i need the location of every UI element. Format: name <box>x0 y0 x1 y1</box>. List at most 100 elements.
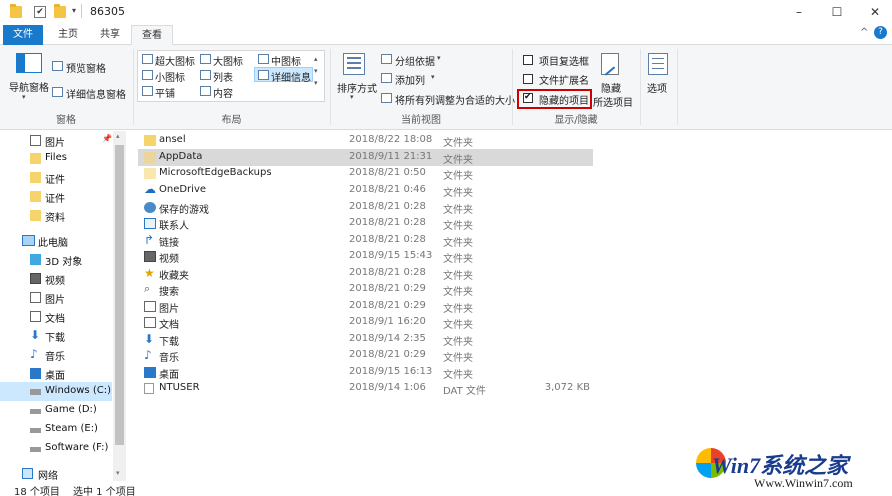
file-row[interactable]: ansel 2018/8/22 18:08 文件夹 <box>138 132 593 149</box>
group-by-button[interactable]: 分组依据 <box>395 53 435 68</box>
tiles-icon <box>142 86 153 96</box>
file-name: 保存的游戏 <box>159 205 209 216</box>
file-extensions-label[interactable]: 文件扩展名 <box>539 72 589 87</box>
drive-icon <box>30 447 41 452</box>
file-row-selected[interactable]: AppData 2018/9/11 21:31 文件夹 <box>138 149 593 166</box>
layout-list[interactable]: 列表 <box>213 69 233 84</box>
file-name: NTUSER <box>159 382 200 393</box>
gallery-scroll-icon[interactable]: ▴ ▾ ▾ <box>314 53 318 89</box>
group-by-icon <box>381 54 392 64</box>
new-folder-icon[interactable] <box>54 4 66 18</box>
file-date: 2018/9/11 21:31 <box>349 151 433 162</box>
group-label-current-view: 当前视图 <box>401 115 441 126</box>
item-checkboxes-label[interactable]: 项目复选框 <box>539 53 589 68</box>
pin-icon[interactable]: 📌 <box>102 134 112 143</box>
close-button[interactable]: ✕ <box>852 0 892 24</box>
file-row[interactable]: 保存的游戏 2018/8/21 0:28 文件夹 <box>138 199 593 216</box>
nav-item-certificates-1[interactable]: 证件 <box>0 168 112 187</box>
nav-item-music[interactable]: ♪ 音乐 <box>0 345 112 364</box>
file-row[interactable]: 文档 2018/9/1 16:20 文件夹 <box>138 314 593 331</box>
scroll-down-icon[interactable]: ▾ <box>116 469 120 477</box>
quick-access-dropdown-icon[interactable]: ▾ <box>72 6 76 15</box>
file-date: 2018/8/21 0:28 <box>349 217 426 228</box>
tab-view[interactable]: 查看 <box>131 25 173 45</box>
nav-item-materials[interactable]: 资料 <box>0 206 112 225</box>
hide-selected-button-line2[interactable]: 所选项目 <box>593 94 633 109</box>
chevron-down-icon[interactable]: ▾ <box>22 93 26 101</box>
file-name: MicrosoftEdgeBackups <box>159 167 272 178</box>
file-row[interactable]: 联系人 2018/8/21 0:28 文件夹 <box>138 215 593 232</box>
nav-item-label: 证件 <box>45 194 65 205</box>
file-row[interactable]: ☁ OneDrive 2018/8/21 0:46 文件夹 <box>138 182 593 199</box>
file-row[interactable]: 图片 2018/8/21 0:29 文件夹 <box>138 298 593 315</box>
nav-item-pictures[interactable]: 图片 <box>0 288 112 307</box>
layout-large-icons[interactable]: 大图标 <box>213 53 243 68</box>
navigation-scrollbar-thumb[interactable] <box>115 145 124 445</box>
file-row[interactable]: NTUSER 2018/9/14 1:06 DAT 文件 3,072 KB <box>138 380 593 397</box>
options-button[interactable]: 选项 <box>647 80 667 95</box>
add-column-button[interactable]: 添加列 <box>395 72 425 87</box>
help-icon[interactable]: ? <box>874 26 887 39</box>
file-row[interactable]: 视频 2018/9/15 15:43 文件夹 <box>138 248 593 265</box>
divider <box>640 49 641 125</box>
nav-item-desktop[interactable]: 桌面 <box>0 364 112 383</box>
details-icon <box>258 70 269 80</box>
file-name: 视频 <box>159 254 179 265</box>
file-row[interactable]: ⬇ 下载 2018/9/14 2:35 文件夹 <box>138 331 593 348</box>
nav-item-videos[interactable]: 视频 <box>0 269 112 288</box>
folder-icon <box>30 191 41 202</box>
nav-item-label: 3D 对象 <box>45 257 83 268</box>
scroll-up-icon[interactable]: ▴ <box>116 132 120 140</box>
file-extensions-checkbox[interactable] <box>523 74 533 84</box>
nav-item-drive-d[interactable]: Game (D:) <box>0 401 112 420</box>
layout-small-icons[interactable]: 小图标 <box>155 69 185 84</box>
hide-selected-button[interactable]: 隐藏 <box>601 80 621 95</box>
navigation-pane-button[interactable]: 导航窗格 <box>9 79 49 94</box>
videos-icon <box>30 273 41 284</box>
layout-content[interactable]: 内容 <box>213 85 233 100</box>
ribbon-collapse-icon[interactable]: ^ <box>860 27 868 38</box>
file-row[interactable]: ⌕ 搜索 2018/8/21 0:29 文件夹 <box>138 281 593 298</box>
file-type: 文件夹 <box>443 138 473 149</box>
chevron-down-icon[interactable]: ▾ <box>431 73 435 81</box>
nav-item-drive-e[interactable]: Steam (E:) <box>0 420 112 439</box>
layout-extra-large-icons[interactable]: 超大图标 <box>155 53 195 68</box>
properties-icon[interactable]: ✔ <box>34 6 46 18</box>
file-date: 2018/8/21 0:29 <box>349 283 426 294</box>
hide-selected-icon <box>601 53 619 76</box>
links-icon: ↱ <box>144 233 155 247</box>
file-type: 文件夹 <box>443 370 473 381</box>
file-row[interactable]: ♪ 音乐 2018/8/21 0:29 文件夹 <box>138 347 593 364</box>
layout-tiles[interactable]: 平铺 <box>155 85 175 100</box>
preview-pane-button[interactable]: 预览窗格 <box>66 60 106 75</box>
navigation-pane-icon[interactable] <box>16 53 42 73</box>
nav-item-certificates-2[interactable]: 证件 <box>0 187 112 206</box>
nav-item-pictures-pinned[interactable]: 图片 📌 <box>0 131 112 150</box>
chevron-down-icon[interactable]: ▾ <box>437 54 441 62</box>
layout-details[interactable]: 详细信息 <box>271 69 311 84</box>
file-row[interactable]: MicrosoftEdgeBackups 2018/8/21 0:50 文件夹 <box>138 165 593 182</box>
tab-home[interactable]: 主页 <box>48 25 88 45</box>
nav-item-downloads[interactable]: ⬇ 下载 <box>0 326 112 345</box>
options-icon <box>648 53 668 75</box>
file-row[interactable]: ★ 收藏夹 2018/8/21 0:28 文件夹 <box>138 265 593 282</box>
file-row[interactable]: ↱ 链接 2018/8/21 0:28 文件夹 <box>138 232 593 249</box>
item-checkboxes-checkbox[interactable] <box>523 55 533 65</box>
nav-item-documents[interactable]: 文档 <box>0 307 112 326</box>
nav-item-3d-objects[interactable]: 3D 对象 <box>0 250 112 269</box>
size-all-columns-button[interactable]: 将所有列调整为合适的大小 <box>395 92 515 107</box>
nav-item-this-pc[interactable]: 此电脑 <box>0 231 112 250</box>
layout-medium-icons[interactable]: 中图标 <box>271 53 301 68</box>
large-icons-icon <box>200 54 211 64</box>
extra-large-icons-icon <box>142 54 153 64</box>
sort-by-button[interactable]: 排序方式 <box>337 80 377 95</box>
chevron-down-icon[interactable]: ▾ <box>350 93 354 101</box>
nav-item-files[interactable]: Files <box>0 149 112 168</box>
details-pane-button[interactable]: 详细信息窗格 <box>66 86 126 101</box>
nav-item-drive-f[interactable]: Software (F:) <box>0 439 112 458</box>
nav-item-drive-c[interactable]: Windows (C:) <box>0 382 112 401</box>
tab-share[interactable]: 共享 <box>90 25 130 45</box>
tab-file[interactable]: 文件 <box>3 25 43 45</box>
details-pane-icon <box>52 87 63 97</box>
file-row[interactable]: 桌面 2018/9/15 16:13 文件夹 <box>138 364 593 381</box>
